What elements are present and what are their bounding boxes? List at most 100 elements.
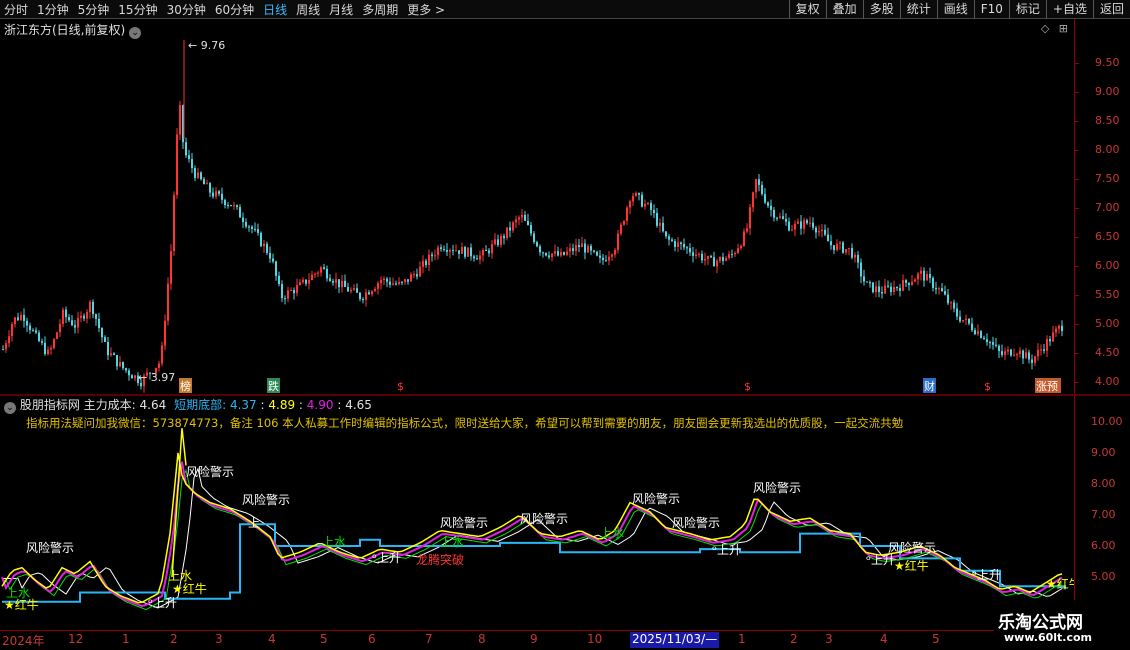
grid-icon[interactable]: ⊞: [1059, 22, 1068, 35]
watermark-url: www.60lt.com: [1004, 631, 1093, 644]
toolbar-button[interactable]: 画线: [936, 0, 974, 19]
candle-body: [65, 309, 67, 318]
candle-body: [758, 179, 760, 185]
event-marker[interactable]: 跌: [268, 379, 279, 393]
candlestick-chart[interactable]: ← 9.76 ← 3.97 榜 跌 $ $ 财 $ 涨预: [0, 19, 1074, 394]
candle-body: [575, 245, 577, 251]
candle-body: [941, 288, 943, 292]
period-tab[interactable]: 更多 >: [407, 1, 445, 18]
candle-body: [1055, 328, 1057, 333]
short-bottom-label: 短期底部:: [174, 398, 227, 412]
period-tab[interactable]: 日线: [263, 1, 287, 18]
candle-body: [725, 257, 727, 261]
candle-body: [1034, 356, 1036, 363]
event-marker[interactable]: 涨预: [1036, 380, 1058, 393]
toolbar-button[interactable]: 叠加: [825, 0, 863, 19]
candle-body: [920, 270, 922, 274]
candle-body: [767, 202, 769, 206]
signal-label: 上水: [600, 526, 624, 540]
event-marker[interactable]: $: [397, 380, 404, 393]
candle-body: [422, 260, 424, 267]
candle-body: [398, 281, 400, 284]
candle-body: [827, 234, 829, 242]
time-axis-label: 2024年: [2, 634, 45, 648]
event-marker[interactable]: $: [744, 380, 751, 393]
candle-body: [986, 339, 988, 343]
time-axis-label: 3: [215, 632, 223, 646]
period-tab[interactable]: 15分钟: [118, 1, 157, 18]
period-tab[interactable]: 5分钟: [78, 1, 110, 18]
candle-body: [77, 318, 79, 328]
diamond-icon[interactable]: ◇: [1041, 22, 1049, 35]
toolbar-button[interactable]: +自选: [1045, 0, 1093, 19]
toolbar-button[interactable]: 复权: [788, 0, 826, 19]
toolbar-button[interactable]: F10: [973, 0, 1009, 19]
candle-body: [542, 252, 544, 254]
toolbar-button[interactable]: 多股: [862, 0, 900, 19]
candle-body: [779, 216, 781, 218]
value-5: 4.65: [345, 398, 372, 412]
candle-body: [692, 252, 694, 256]
time-axis-label: 8: [478, 632, 486, 646]
candle-body: [704, 259, 706, 261]
chevron-down-icon[interactable]: ⌄: [129, 27, 142, 39]
period-tab[interactable]: 周线: [296, 1, 320, 18]
candle-body: [1040, 349, 1042, 351]
period-tab[interactable]: 60分钟: [215, 1, 254, 18]
settings-icon[interactable]: ⌄: [4, 402, 16, 414]
candle-body: [602, 257, 604, 261]
candle-body: [449, 250, 451, 252]
indicator-chart[interactable]: 风险警示风险警示风险警示风险警示 风险警示风险警示风险警示风险警示风险警示ᵒ上升ᵒ…: [0, 396, 1074, 630]
period-tab[interactable]: 1分钟: [37, 1, 69, 18]
candle-body: [227, 205, 229, 207]
event-marker[interactable]: 财: [924, 379, 935, 393]
candle-body: [443, 249, 445, 251]
candle-body: [677, 242, 679, 247]
period-tab[interactable]: 多周期: [362, 1, 398, 18]
candle-body: [806, 220, 808, 224]
candle-body: [581, 243, 583, 248]
event-marker[interactable]: 榜: [180, 379, 191, 393]
period-tab[interactable]: 分时: [4, 1, 28, 18]
candle-body: [242, 217, 244, 223]
event-marker[interactable]: $: [984, 380, 991, 393]
candle-body: [734, 252, 736, 255]
candle-body: [530, 224, 532, 234]
toolbar-button[interactable]: 返回: [1092, 0, 1130, 19]
candle-body: [167, 283, 169, 321]
candle-body: [689, 248, 691, 253]
candle-body: [707, 255, 709, 260]
period-tab[interactable]: 30分钟: [167, 1, 206, 18]
candle-body: [482, 249, 484, 256]
time-axis: 2024年 12 1 2 3 4 5 6 7 8 9 10 1 2 3 4 5 2025/11/03/—: [0, 630, 1130, 650]
candle-body: [866, 281, 868, 283]
signal-label: 风险警示: [186, 464, 234, 479]
candle-body: [197, 172, 199, 178]
time-axis-label: 10: [587, 632, 603, 646]
candle-body: [173, 194, 175, 252]
candle-body: [296, 285, 298, 294]
candle-body: [842, 242, 844, 253]
candle-body: [935, 287, 937, 290]
candle-body: [434, 255, 436, 257]
period-tab[interactable]: 月线: [329, 1, 353, 18]
candle-body: [95, 314, 97, 319]
candle-body: [32, 330, 34, 332]
toolbar-button[interactable]: 标记: [1008, 0, 1046, 19]
candle-body: [1001, 351, 1003, 355]
candle-body: [968, 318, 970, 324]
indicator-panel[interactable]: 风险警示 风险警示 风险警示 风险警示 风险警示 风险警示 风险警示 风险警示 风险警示 ᵒ上升 ᵒ…: [0, 396, 1074, 630]
price-chart-panel[interactable]: ← 9.76 ← 3.97 榜 跌 $ $ 财 $ 涨预 浙江东方(日线,前复权) ⌄ ◇ ⊞: [0, 19, 1074, 394]
candle-body: [50, 348, 52, 350]
candle-body: [641, 194, 643, 207]
candle-body: [302, 279, 304, 283]
candle-body: [131, 375, 133, 379]
candle-body: [308, 280, 310, 284]
time-cursor-label: 2025/11/03/—: [630, 632, 720, 648]
candle-body: [1028, 352, 1030, 360]
candle-body: [1022, 350, 1024, 359]
candle-body: [995, 344, 997, 346]
toolbar-button[interactable]: 统计: [899, 0, 937, 19]
candle-body: [554, 251, 556, 254]
signal-label: ᵒ上升: [712, 543, 741, 557]
